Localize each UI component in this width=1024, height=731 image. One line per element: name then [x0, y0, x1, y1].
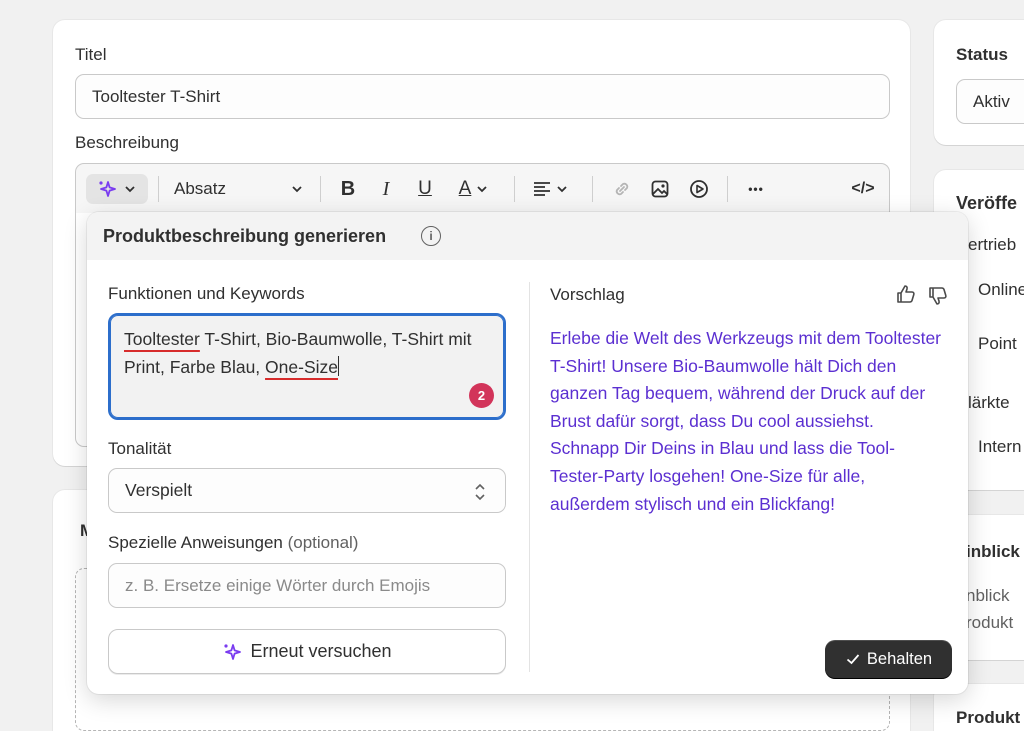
- chevron-down-icon: [477, 186, 487, 193]
- keep-button[interactable]: Behalten: [825, 640, 952, 678]
- status-select[interactable]: Aktiv: [956, 79, 1024, 124]
- instructions-label-text: Spezielle Anweisungen: [108, 533, 283, 552]
- title-label: Titel: [75, 45, 107, 64]
- features-label: Funktionen und Keywords: [108, 284, 305, 303]
- suggestion-text: Erlebe die Welt des Werkzeugs mit dem To…: [550, 328, 942, 514]
- more-button[interactable]: •••: [742, 174, 770, 204]
- thumbs-up-button[interactable]: [895, 283, 917, 305]
- toolbar-divider: [158, 176, 159, 202]
- sales-channels-label: ertrieb: [968, 235, 1017, 254]
- bold-button[interactable]: B: [334, 174, 362, 204]
- tone-select-value: Verspielt: [125, 480, 193, 500]
- status-label: Status: [956, 45, 1008, 64]
- chevron-down-icon: [125, 186, 135, 193]
- markets-label: lärkte: [968, 393, 1010, 412]
- title-input[interactable]: Tooltester T-Shirt: [75, 74, 890, 119]
- tone-label: Tonalität: [108, 439, 172, 458]
- image-icon: [651, 180, 669, 198]
- keep-button-label: Behalten: [866, 649, 933, 668]
- toolbar-divider: [514, 176, 515, 202]
- video-button[interactable]: [685, 174, 713, 204]
- paragraph-select-label: Absatz: [174, 179, 226, 198]
- tone-select[interactable]: Verspielt: [108, 468, 506, 513]
- insights-text-1: nblick: [966, 586, 1010, 605]
- insights-label: inblick: [966, 542, 1020, 561]
- suggestion-label: Vorschlag: [550, 285, 625, 304]
- thumbs-down-icon: [929, 287, 947, 305]
- sparkle-icon: [99, 181, 116, 197]
- sparkle-icon: [224, 643, 242, 660]
- product-organization-label: Produkt: [956, 708, 1021, 727]
- description-label: Beschreibung: [75, 133, 179, 152]
- publishing-label: Veröffe: [956, 193, 1018, 213]
- code-button[interactable]: </>: [846, 174, 880, 204]
- link-button[interactable]: [608, 174, 636, 204]
- channel-point-of-sale[interactable]: Point: [978, 334, 1017, 354]
- chevron-down-icon: [556, 186, 567, 193]
- column-divider: [529, 282, 530, 672]
- spellcheck-issue-badge[interactable]: 2: [469, 383, 494, 408]
- chevron-down-icon: [292, 186, 302, 193]
- text-cursor: [338, 356, 339, 376]
- features-textarea[interactable]: Tooltester T-Shirt, Bio-Baumwolle, T-Shi…: [108, 313, 506, 420]
- retry-button-label: Erneut versuchen: [250, 641, 392, 661]
- text-color-label: A: [458, 178, 472, 199]
- image-button[interactable]: [646, 174, 674, 204]
- italic-button[interactable]: I: [372, 174, 400, 204]
- select-arrows-icon: [473, 481, 487, 505]
- info-icon[interactable]: i: [421, 226, 441, 246]
- align-left-icon: [533, 182, 550, 196]
- market-international[interactable]: Intern: [978, 437, 1021, 457]
- editor-toolbar: Absatz B I U A ••• </>: [75, 163, 890, 213]
- link-icon: [615, 182, 629, 196]
- underline-button[interactable]: U: [411, 174, 439, 204]
- paragraph-select[interactable]: Absatz: [174, 174, 304, 204]
- toolbar-divider: [727, 176, 728, 202]
- generate-description-popup: Produktbeschreibung generieren i Funktio…: [87, 212, 968, 694]
- instructions-input[interactable]: z. B. Ersetze einige Wörter durch Emojis: [108, 563, 506, 608]
- keyword-tooltester: Tooltester: [124, 329, 200, 349]
- insights-text-2: rodukt: [966, 613, 1014, 632]
- toolbar-divider: [320, 176, 321, 202]
- keyword-one-size: One-Size: [265, 357, 338, 377]
- ai-generate-button[interactable]: [86, 174, 148, 204]
- play-circle-icon: [690, 180, 708, 198]
- toolbar-divider: [592, 176, 593, 202]
- instructions-label: Spezielle Anweisungen (optional): [108, 533, 358, 553]
- align-button[interactable]: [528, 174, 572, 204]
- popup-header: Produktbeschreibung generieren i: [87, 212, 968, 260]
- instructions-optional: (optional): [287, 533, 359, 552]
- channel-online-store[interactable]: Online: [978, 280, 1024, 300]
- popup-title: Produktbeschreibung generieren: [103, 226, 387, 246]
- thumbs-up-icon: [897, 285, 915, 303]
- checkmark-icon: [846, 654, 860, 665]
- thumbs-down-button[interactable]: [927, 285, 949, 307]
- retry-button[interactable]: Erneut versuchen: [108, 629, 506, 674]
- text-color-button[interactable]: A: [452, 174, 496, 204]
